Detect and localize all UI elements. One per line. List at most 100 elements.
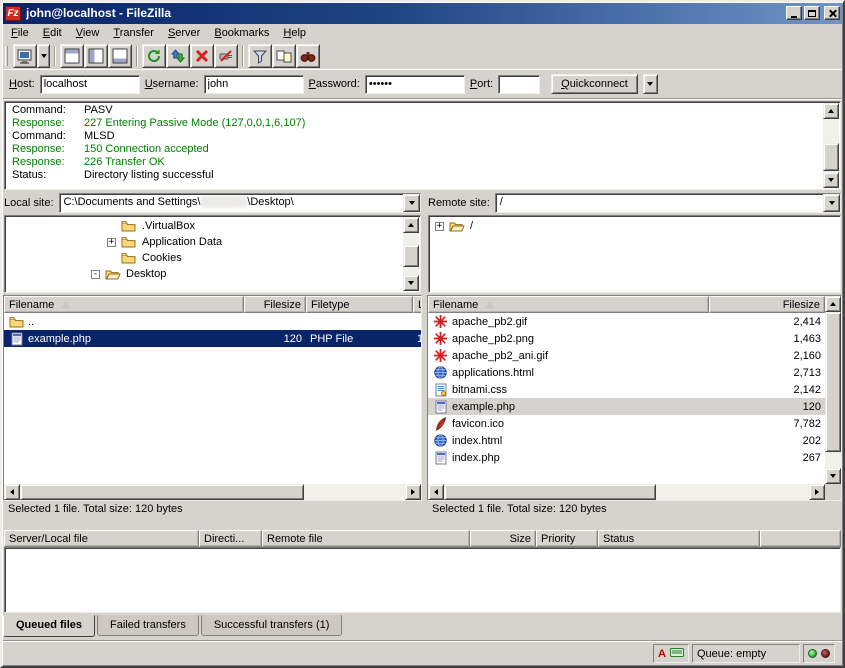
- scroll-left-button[interactable]: [428, 484, 444, 500]
- maximize-button[interactable]: [804, 6, 820, 20]
- scroll-down-button[interactable]: [403, 275, 419, 291]
- process-queue-button[interactable]: [166, 44, 190, 68]
- tree-item-[interactable]: +/: [431, 218, 838, 234]
- filename-filters-button[interactable]: [248, 44, 272, 68]
- host-input[interactable]: [40, 75, 140, 94]
- site-manager-button-dropdown[interactable]: [37, 44, 50, 68]
- site-manager-button[interactable]: [13, 44, 37, 68]
- scroll-up-button[interactable]: [825, 296, 841, 312]
- file-row-apache-pb2-png[interactable]: apache_pb2.png1,463: [428, 330, 825, 347]
- log-line-type: Response:: [12, 156, 84, 169]
- tab-successful-transfers-1[interactable]: Successful transfers (1): [201, 615, 343, 636]
- titlebar[interactable]: Fz john@localhost - FileZilla: [2, 2, 843, 24]
- tree-expander[interactable]: -: [91, 270, 100, 279]
- file-row-favicon-ico[interactable]: favicon.ico7,782: [428, 415, 825, 432]
- local-site-path[interactable]: C:\Documents and Settings\▒▒▒▒▒▒\Desktop…: [60, 194, 403, 212]
- scroll-down-button[interactable]: [823, 172, 839, 188]
- local-tree-scrollbar[interactable]: [403, 217, 419, 291]
- port-input[interactable]: [498, 75, 540, 94]
- scrollbar-corner: [825, 484, 841, 500]
- toggle-message-log-button[interactable]: [60, 44, 84, 68]
- remote-site-path[interactable]: /: [496, 194, 823, 212]
- file-row-[interactable]: ..: [4, 313, 421, 330]
- pane-splitter[interactable]: [421, 193, 428, 501]
- log-scrollbar[interactable]: [823, 103, 839, 188]
- tree-item-desktop[interactable]: -Desktop: [7, 266, 402, 282]
- tab-failed-transfers[interactable]: Failed transfers: [97, 615, 199, 636]
- page-icon: [8, 332, 25, 346]
- transfer-queue-list[interactable]: [4, 547, 841, 613]
- scroll-left-button[interactable]: [4, 484, 20, 500]
- menubar: FileEditViewTransferServerBookmarksHelp: [2, 24, 843, 43]
- toolbar-grip[interactable]: [5, 46, 8, 66]
- scroll-up-button[interactable]: [403, 217, 419, 233]
- disconnect-button[interactable]: [214, 44, 238, 68]
- scrollbar-thumb[interactable]: [823, 143, 839, 171]
- cancel-button[interactable]: [190, 44, 214, 68]
- menu-edit[interactable]: Edit: [36, 25, 69, 42]
- scroll-right-button[interactable]: [405, 484, 421, 500]
- directory-comparison-button[interactable]: [272, 44, 296, 68]
- tree-expander[interactable]: +: [435, 222, 444, 231]
- tree-item-cookies[interactable]: Cookies: [7, 250, 402, 266]
- column-header-size[interactable]: Size: [470, 530, 536, 547]
- file-row-index-php[interactable]: index.php267: [428, 449, 825, 466]
- close-button[interactable]: [824, 6, 840, 20]
- column-header-directi[interactable]: Directi...: [199, 530, 262, 547]
- menu-bookmarks[interactable]: Bookmarks: [207, 25, 276, 42]
- remote-list-scrollbar[interactable]: [825, 296, 841, 484]
- file-row-apache-pb2-ani-gif[interactable]: apache_pb2_ani.gif2,160: [428, 347, 825, 364]
- column-header-server-local-file[interactable]: Server/Local file: [4, 530, 199, 547]
- menu-transfer[interactable]: Transfer: [106, 25, 161, 42]
- menu-server[interactable]: Server: [161, 25, 207, 42]
- password-input[interactable]: [365, 75, 465, 94]
- tab-queued-files[interactable]: Queued files: [3, 615, 95, 637]
- file-row-apache-pb2-gif[interactable]: apache_pb2.gif2,414: [428, 313, 825, 330]
- file-name: apache_pb2_ani.gif: [452, 350, 548, 362]
- scroll-right-button[interactable]: [809, 484, 825, 500]
- refresh-button[interactable]: [142, 44, 166, 68]
- queue-splitter[interactable]: [4, 518, 841, 527]
- file-size: 2,713: [793, 367, 821, 379]
- scrollbar-thumb[interactable]: [825, 312, 841, 452]
- scrollbar-thumb[interactable]: [403, 245, 419, 267]
- column-header-filename[interactable]: Filename: [4, 296, 244, 313]
- column-header-priority[interactable]: Priority: [536, 530, 598, 547]
- quickconnect-button[interactable]: Quickconnect: [551, 74, 638, 94]
- remote-site-dropdown-button[interactable]: [823, 194, 840, 212]
- column-header-remote-file[interactable]: Remote file: [262, 530, 470, 547]
- column-header-filesize[interactable]: Filesize: [709, 296, 825, 313]
- toggle-tree-views-button[interactable]: [84, 44, 108, 68]
- scrollbar-thumb[interactable]: [20, 484, 304, 500]
- menu-view[interactable]: View: [69, 25, 107, 42]
- tree-expander[interactable]: +: [107, 238, 116, 247]
- remote-list-hscrollbar[interactable]: [428, 484, 825, 500]
- file-row-index-html[interactable]: index.html202: [428, 432, 825, 449]
- minimize-icon: [791, 16, 797, 18]
- column-header-filesize[interactable]: Filesize: [244, 296, 306, 313]
- column-header-l[interactable]: L: [413, 296, 421, 313]
- tree-item-application-data[interactable]: +Application Data: [7, 234, 402, 250]
- quickconnect-dropdown-button[interactable]: [643, 74, 658, 94]
- toggle-transfer-queue-button[interactable]: [108, 44, 132, 68]
- find-files-button[interactable]: [296, 44, 320, 68]
- tree-item-virtualbox[interactable]: .VirtualBox: [7, 218, 402, 234]
- column-header-filename[interactable]: Filename: [428, 296, 709, 313]
- file-row-example-php[interactable]: example.php120PHP File1: [4, 330, 421, 347]
- file-row-example-php[interactable]: example.php120: [428, 398, 825, 415]
- file-row-applications-html[interactable]: applications.html2,713: [428, 364, 825, 381]
- username-input[interactable]: [204, 75, 304, 94]
- local-list-hscrollbar[interactable]: [4, 484, 421, 500]
- column-header-filetype[interactable]: Filetype: [306, 296, 413, 313]
- minimize-button[interactable]: [786, 6, 802, 20]
- modified-cell: [413, 313, 421, 330]
- message-log: Command:PASVResponse:227 Entering Passiv…: [4, 101, 841, 190]
- column-header-status[interactable]: Status: [598, 530, 760, 547]
- menu-file[interactable]: File: [4, 25, 36, 42]
- local-site-dropdown-button[interactable]: [403, 194, 420, 212]
- menu-help[interactable]: Help: [276, 25, 313, 42]
- scroll-down-button[interactable]: [825, 468, 841, 484]
- file-row-bitnami-css[interactable]: bitnami.css2,142: [428, 381, 825, 398]
- scrollbar-thumb[interactable]: [444, 484, 656, 500]
- scroll-up-button[interactable]: [823, 103, 839, 119]
